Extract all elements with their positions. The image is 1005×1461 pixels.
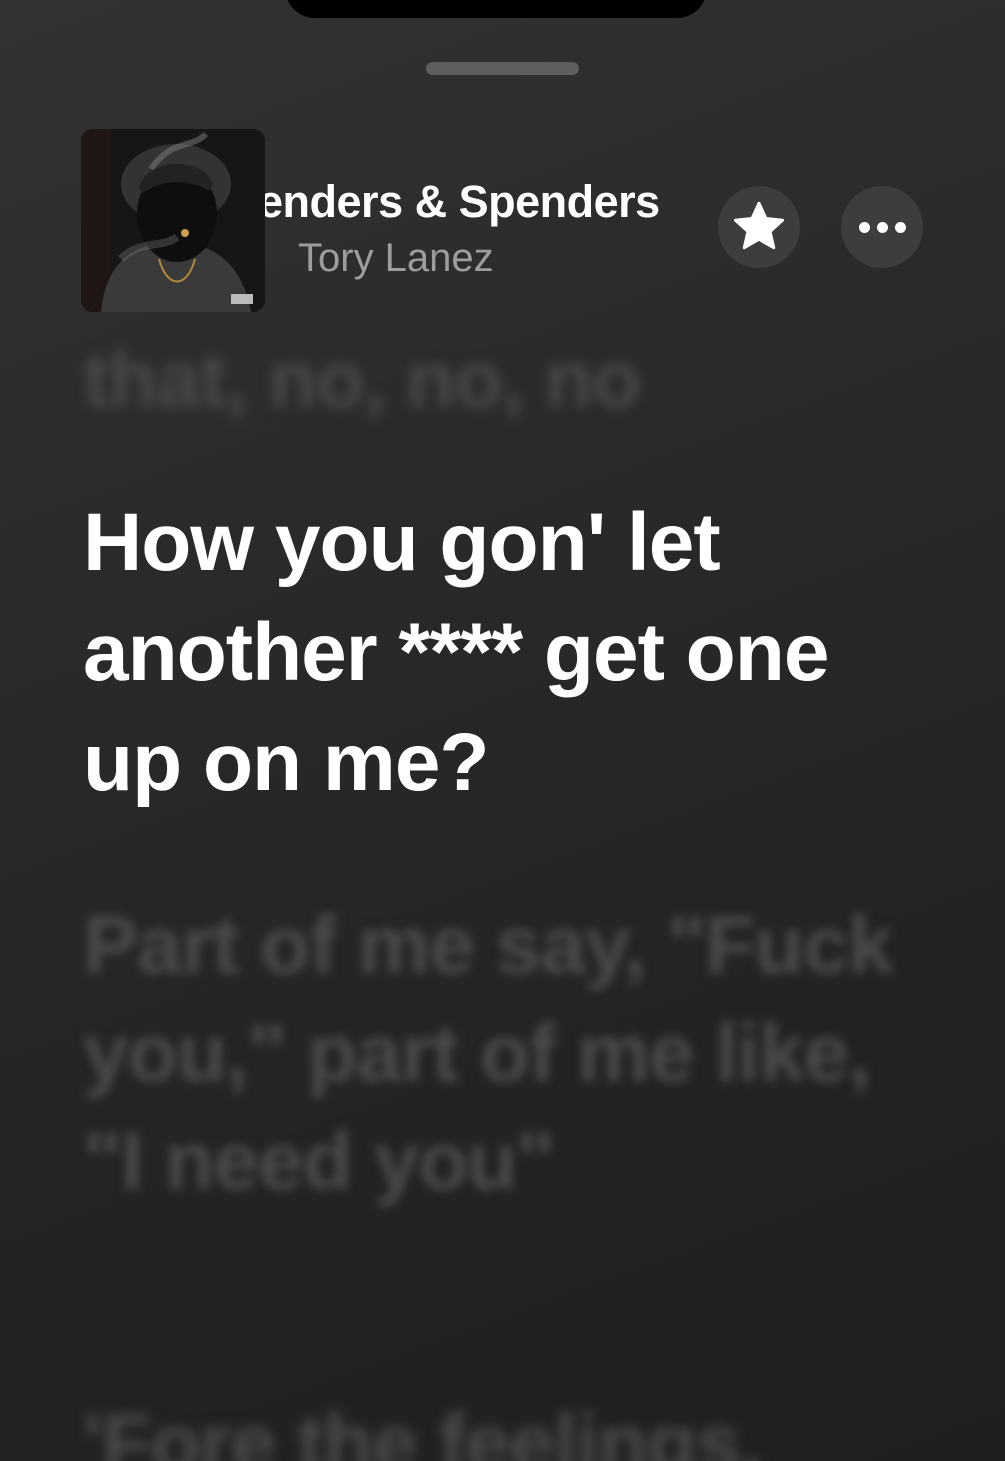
album-artwork[interactable] xyxy=(81,129,265,312)
lyrics-screen: Bartenders & Spenders Tory Lanez that, n… xyxy=(0,0,1005,1461)
lyric-line-next[interactable]: Part of me say, "Fuck you," part of me l… xyxy=(83,892,903,1216)
title-fade xyxy=(688,170,710,236)
ellipsis-icon xyxy=(858,221,906,233)
artwork-image xyxy=(81,129,265,312)
song-title-marquee[interactable]: Bartenders & Spenders xyxy=(265,170,710,236)
dynamic-island xyxy=(285,0,707,18)
lyric-line-after[interactable]: 'Fore the feelings, xyxy=(83,1390,903,1461)
more-options-button[interactable] xyxy=(841,186,923,268)
favorite-button[interactable] xyxy=(718,186,800,268)
sheet-grabber[interactable] xyxy=(426,62,579,75)
star-icon xyxy=(734,201,784,250)
lyric-line-current[interactable]: How you gon' let another **** get one up… xyxy=(83,488,903,818)
lyric-line-previous[interactable]: that, no, no, no xyxy=(83,330,903,430)
song-title: Bartenders & Spenders xyxy=(265,176,660,227)
artist-name[interactable]: Tory Lanez xyxy=(298,236,494,281)
